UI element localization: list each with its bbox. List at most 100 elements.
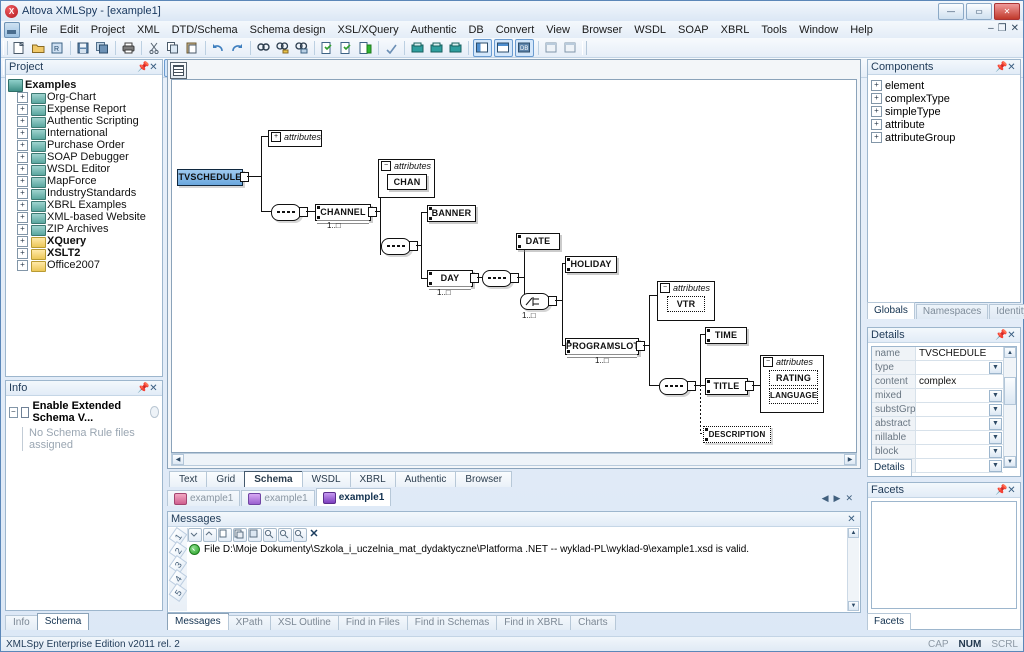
expander-icon[interactable]: + — [17, 259, 28, 271]
compositor-plug[interactable] — [409, 241, 418, 251]
project-item-industrystandards[interactable]: + IndustryStandards — [17, 187, 160, 200]
compositor-plug[interactable] — [548, 296, 557, 306]
close-icon[interactable]: ✕ — [1006, 485, 1017, 496]
attributes-title[interactable]: − attributes RATING LANGUAGE — [760, 355, 824, 413]
print-icon[interactable] — [120, 40, 137, 56]
split-view-icon[interactable] — [473, 38, 492, 57]
details-value-nillable[interactable]: ▼ — [916, 431, 1003, 444]
menu-xml[interactable]: XML — [131, 23, 166, 37]
details-row-block[interactable]: block ▼ — [872, 445, 1003, 459]
tab-facets[interactable]: Facets — [867, 613, 912, 630]
project-item-purchase-order[interactable]: + Purchase Order — [17, 139, 160, 152]
menu-window[interactable]: Window — [793, 23, 844, 37]
details-row-nillable[interactable]: nillable ▼ — [872, 431, 1003, 445]
project-item-xml-based-website[interactable]: + XML-based Website — [17, 211, 160, 224]
choice-day[interactable] — [520, 293, 550, 310]
tab-find-in-schemas[interactable]: Find in Schemas — [406, 615, 498, 630]
tab-xpath[interactable]: XPath — [227, 615, 271, 630]
tab-grid[interactable]: Grid — [206, 471, 246, 487]
menu-browser[interactable]: Browser — [576, 23, 628, 37]
check-wellformed-icon[interactable] — [319, 40, 336, 56]
collapse-icon[interactable]: − — [763, 357, 773, 367]
next-icon[interactable] — [188, 527, 202, 542]
component-complextype[interactable]: + complexType — [871, 92, 1017, 105]
extended-schema-row[interactable]: − Enable Extended Schema V... — [9, 400, 159, 424]
messages-list[interactable]: File D:\Moje Dokumenty\Szkola_i_uczelnia… — [187, 542, 848, 611]
chevron-down-icon[interactable]: ▼ — [989, 404, 1002, 416]
project-item-soap-debugger[interactable]: + SOAP Debugger — [17, 151, 160, 164]
spell-check-icon[interactable] — [383, 40, 400, 56]
menu-project[interactable]: Project — [85, 23, 131, 37]
attributes-tvschedule[interactable]: + attributes — [268, 130, 322, 147]
collapse-icon[interactable]: − — [9, 406, 18, 418]
xsl-transform-icon[interactable] — [409, 40, 426, 56]
project-tree[interactable]: Examples + Org-Chart + Expense Report + … — [6, 75, 162, 374]
project-window-icon[interactable] — [543, 40, 560, 56]
tab-text[interactable]: Text — [169, 471, 208, 487]
component-simpletype[interactable]: + simpleType — [871, 105, 1017, 118]
expander-icon[interactable]: + — [17, 211, 28, 223]
expander-icon[interactable]: + — [17, 115, 28, 127]
open-folder-icon[interactable] — [30, 40, 47, 56]
expander-icon[interactable]: + — [17, 247, 28, 259]
close-icon[interactable]: ✕ — [148, 383, 159, 394]
expander-icon[interactable]: + — [17, 223, 28, 235]
sequence-day[interactable] — [482, 270, 512, 287]
details-grid[interactable]: name TVSCHEDULE type ▼ content complex m… — [871, 346, 1017, 473]
info-window-icon[interactable] — [562, 40, 579, 56]
expander-icon[interactable]: + — [871, 80, 882, 91]
details-vertical-scrollbar[interactable]: ▲ ▼ — [1003, 347, 1016, 467]
attribute-rating[interactable]: RATING — [769, 370, 818, 386]
menu-authentic[interactable]: Authentic — [405, 23, 463, 37]
tab-find-in-xbrl[interactable]: Find in XBRL — [496, 615, 572, 630]
expander-icon[interactable]: + — [17, 175, 28, 187]
element-channel[interactable]: CHANNEL — [315, 204, 371, 224]
xquery-icon[interactable] — [447, 40, 464, 56]
menu-xsl-xquery[interactable]: XSL/XQuery — [331, 23, 404, 37]
components-tree[interactable]: + element + complexType + simpleType + a… — [868, 75, 1020, 148]
messages-vertical-scrollbar[interactable]: ▲ ▼ — [847, 528, 859, 611]
details-value-name[interactable]: TVSCHEDULE — [916, 347, 1003, 360]
doc-tab-example1-1[interactable]: example1 — [167, 490, 241, 506]
attributes-channel[interactable]: − attributes CHAN — [378, 159, 435, 198]
mdi-close-button[interactable]: ✕ — [1011, 23, 1019, 34]
details-value-content[interactable]: complex — [916, 375, 1003, 388]
element-date[interactable]: DATE — [516, 233, 560, 250]
horizontal-scrollbar[interactable]: ◀ ▶ — [171, 453, 857, 466]
tab-identity-constraints[interactable]: Identity con... — [989, 304, 1024, 319]
pin-icon[interactable]: 📌 — [995, 485, 1007, 496]
expander-icon[interactable]: + — [17, 151, 28, 163]
project-item-xslt2[interactable]: + XSLT2 — [17, 247, 160, 260]
expander-icon[interactable]: + — [17, 127, 28, 139]
copy-all-icon[interactable] — [248, 527, 262, 542]
prev-icon[interactable] — [203, 527, 217, 542]
scrollbar-thumb[interactable] — [1004, 377, 1016, 405]
doc-close-icon[interactable]: ✕ — [845, 493, 853, 504]
menu-schema-design[interactable]: Schema design — [244, 23, 332, 37]
validate-icon[interactable] — [338, 40, 355, 56]
new-file-icon[interactable] — [11, 40, 28, 56]
element-time[interactable]: TIME — [705, 327, 747, 344]
chevron-down-icon[interactable]: ▼ — [989, 446, 1002, 458]
help-circle-icon[interactable] — [149, 406, 159, 418]
tab-namespaces[interactable]: Namespaces — [915, 304, 989, 319]
tab-info[interactable]: Info — [5, 615, 38, 630]
schema-diagram-canvas[interactable]: TVSCHEDULE + attributes CHANNEL 1..□ − a… — [171, 79, 857, 453]
details-row-content[interactable]: content complex — [872, 375, 1003, 389]
element-plug[interactable] — [240, 172, 249, 182]
toolbar-grip[interactable] — [3, 40, 8, 55]
menu-tools[interactable]: Tools — [755, 23, 793, 37]
copy-icon[interactable] — [165, 40, 182, 56]
expander-icon[interactable]: + — [17, 91, 28, 103]
replace-icon[interactable] — [293, 40, 310, 56]
pin-icon[interactable]: 📌 — [137, 62, 149, 73]
menu-soap[interactable]: SOAP — [672, 23, 715, 37]
expander-icon[interactable]: + — [17, 163, 28, 175]
collapse-icon[interactable]: − — [381, 161, 391, 171]
component-element[interactable]: + element — [871, 79, 1017, 92]
tab-browser[interactable]: Browser — [455, 471, 513, 487]
toolbar-grip-2[interactable] — [582, 40, 587, 55]
minimize-button[interactable]: — — [938, 3, 964, 20]
expander-icon[interactable]: + — [271, 132, 281, 142]
scroll-up-icon[interactable]: ▲ — [1004, 347, 1016, 358]
